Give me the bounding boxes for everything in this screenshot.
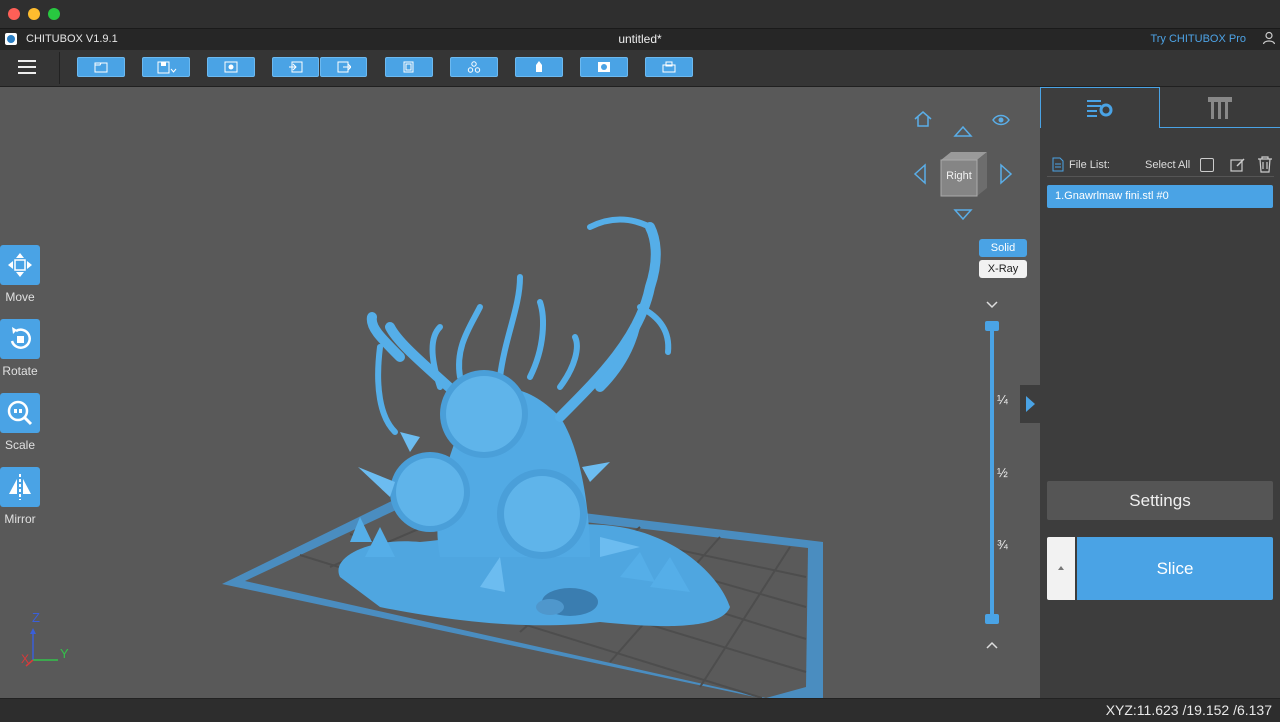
slider-expand-icon[interactable] bbox=[985, 637, 999, 649]
delete-icon[interactable] bbox=[1257, 156, 1273, 173]
file-list-item[interactable]: 1.Gnawrlmaw fini.stl #0 bbox=[1047, 185, 1273, 208]
list-gear-icon bbox=[1087, 100, 1113, 117]
slice-button[interactable]: Slice bbox=[1077, 537, 1273, 600]
minimize-window-button[interactable] bbox=[28, 8, 40, 20]
window-titlebar bbox=[0, 0, 1280, 29]
user-icon[interactable] bbox=[1262, 31, 1276, 45]
rotate-label: Rotate bbox=[2, 364, 38, 378]
eye-icon[interactable] bbox=[991, 112, 1011, 128]
edit-icon[interactable] bbox=[1230, 157, 1246, 173]
axis-indicator: Z X Y bbox=[18, 610, 78, 668]
settings-button[interactable]: Settings bbox=[1047, 481, 1273, 520]
select-all-checkbox[interactable] bbox=[1200, 158, 1214, 172]
file-list-icon bbox=[1052, 157, 1064, 172]
move-tool-button[interactable] bbox=[0, 245, 40, 285]
axis-z-label: Z bbox=[32, 610, 40, 625]
scale-label: Scale bbox=[4, 438, 36, 452]
screenshot-button[interactable] bbox=[207, 57, 255, 77]
home-view-icon[interactable] bbox=[913, 109, 933, 129]
axis-x-label: X bbox=[21, 652, 30, 666]
axis-y-label: Y bbox=[60, 646, 69, 661]
toolbar bbox=[0, 50, 1280, 87]
close-window-button[interactable] bbox=[8, 8, 20, 20]
view-top-arrow-icon[interactable] bbox=[953, 124, 973, 138]
open-file-button[interactable] bbox=[77, 57, 125, 77]
view-left-arrow-icon[interactable] bbox=[912, 163, 928, 185]
tab-model-settings[interactable] bbox=[1040, 87, 1160, 128]
solid-mode-button[interactable]: Solid bbox=[979, 239, 1027, 257]
import-button[interactable] bbox=[272, 57, 319, 77]
xray-mode-button[interactable]: X-Ray bbox=[979, 260, 1027, 278]
copy-model-button[interactable] bbox=[385, 57, 433, 77]
right-panel bbox=[1040, 87, 1280, 698]
view-cube[interactable]: Right bbox=[937, 148, 989, 200]
layer-slider-top-handle[interactable] bbox=[985, 321, 999, 331]
3d-viewport[interactable] bbox=[0, 87, 1040, 699]
cube-face-label: Right bbox=[946, 170, 972, 182]
mirror-label: Mirror bbox=[4, 512, 36, 526]
slider-mark-half: ½ bbox=[997, 465, 1008, 480]
view-bottom-arrow-icon[interactable] bbox=[953, 208, 973, 222]
export-button[interactable] bbox=[320, 57, 367, 77]
collapse-panel-button[interactable] bbox=[1020, 385, 1040, 423]
zoom-window-button[interactable] bbox=[48, 8, 60, 20]
status-bar bbox=[0, 698, 1280, 722]
slice-options-button[interactable] bbox=[1047, 537, 1075, 600]
dig-hole-button[interactable] bbox=[580, 57, 628, 77]
save-file-button[interactable] bbox=[142, 57, 190, 77]
select-all-label: Select All bbox=[1145, 159, 1191, 171]
print-button[interactable] bbox=[645, 57, 693, 77]
supports-icon bbox=[1208, 97, 1232, 119]
file-name: 1.Gnawrlmaw fini.stl #0 bbox=[1055, 190, 1169, 202]
try-pro-link[interactable]: Try CHITUBOX Pro bbox=[1150, 33, 1246, 45]
file-list-label: File List: bbox=[1069, 159, 1110, 171]
tab-supports[interactable] bbox=[1160, 87, 1280, 128]
view-right-arrow-icon[interactable] bbox=[998, 163, 1014, 185]
slider-mark-quarter: ¼ bbox=[997, 392, 1008, 407]
slider-collapse-icon[interactable] bbox=[985, 297, 999, 309]
mirror-tool-button[interactable] bbox=[0, 467, 40, 507]
hollow-button[interactable] bbox=[515, 57, 563, 77]
rotate-tool-button[interactable] bbox=[0, 319, 40, 359]
layer-slider-bottom-handle[interactable] bbox=[985, 614, 999, 624]
scale-tool-button[interactable] bbox=[0, 393, 40, 433]
document-title: untitled* bbox=[618, 32, 662, 46]
menu-icon[interactable] bbox=[18, 59, 36, 75]
slider-mark-three-quarter: ¾ bbox=[997, 537, 1008, 552]
layer-slider-track[interactable] bbox=[990, 326, 994, 619]
arrange-button[interactable] bbox=[450, 57, 498, 77]
scene-graphic bbox=[222, 216, 823, 699]
move-label: Move bbox=[5, 290, 35, 304]
xyz-readout: XYZ:11.623 /19.152 /6.137 bbox=[1105, 702, 1272, 718]
